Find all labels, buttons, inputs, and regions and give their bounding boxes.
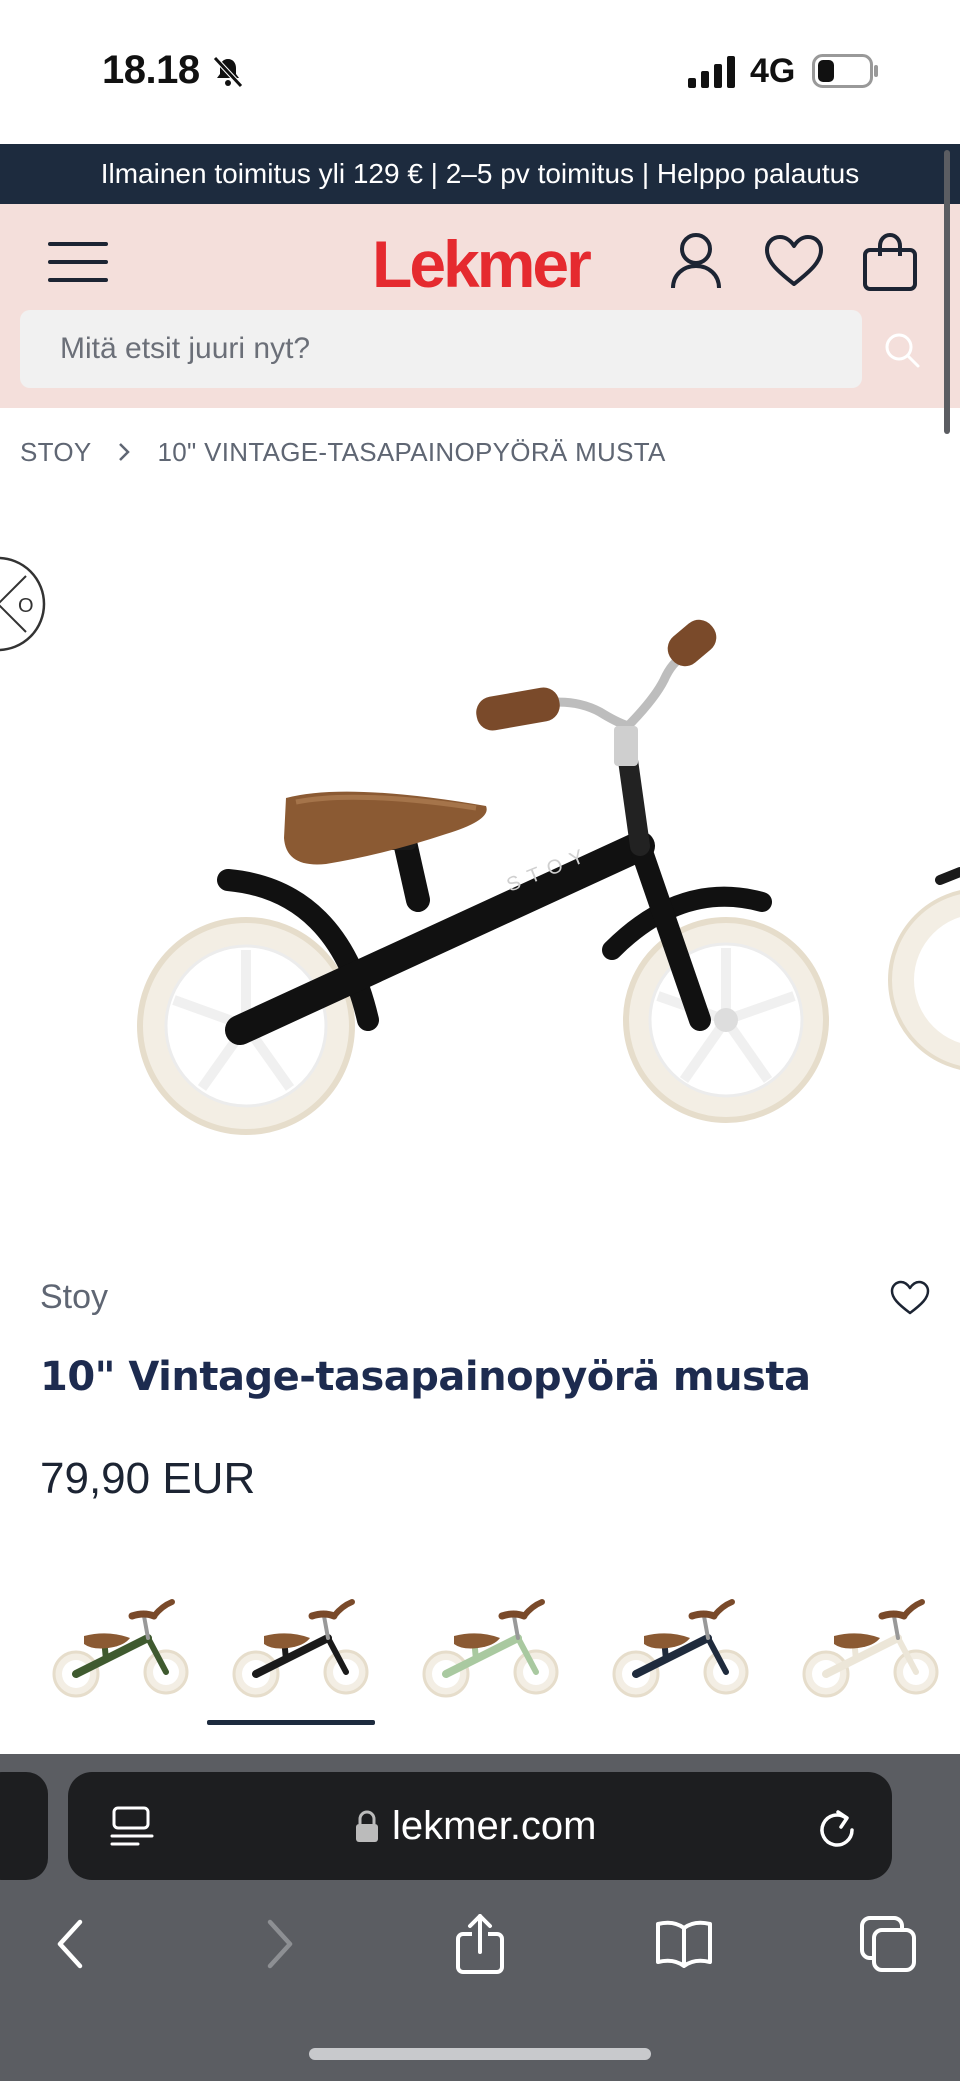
forward-arrow-icon[interactable]	[248, 1914, 308, 1974]
breadcrumb-item-brand[interactable]: STOY	[20, 437, 92, 468]
previous-tab-peek[interactable]	[0, 1772, 48, 1880]
search-icon[interactable]	[882, 330, 922, 370]
search-input[interactable]: Mitä etsit juuri nyt?	[20, 310, 862, 388]
selected-variant-indicator	[207, 1720, 375, 1725]
product-image-carousel[interactable]: O STOY	[0, 520, 960, 1220]
home-indicator[interactable]	[309, 2048, 651, 2060]
svg-text:O: O	[18, 595, 34, 617]
wishlist-heart-icon[interactable]	[764, 234, 824, 288]
variant-thumbnail-navy[interactable]	[596, 1570, 766, 1710]
page-scrollbar[interactable]	[944, 150, 950, 434]
variant-thumbnail-mint[interactable]	[406, 1570, 576, 1710]
breadcrumb: STOY 10" VINTAGE-TASAPAINOPYÖRÄ MUSTA	[20, 432, 666, 472]
balance-bike-image: STOY	[137, 619, 829, 1135]
breadcrumb-item-current: 10" VINTAGE-TASAPAINOPYÖRÄ MUSTA	[157, 436, 666, 467]
variant-thumbnail-green[interactable]	[36, 1570, 206, 1710]
share-icon[interactable]	[450, 1914, 510, 1974]
brand-badge: O	[0, 556, 46, 652]
account-icon[interactable]	[670, 232, 722, 290]
site-header: Lekmer Mitä etsit juuri nyt?	[0, 204, 960, 408]
chevron-right-icon	[118, 443, 130, 461]
next-product-image-peek	[888, 867, 960, 1070]
variant-thumbnail-black[interactable]	[216, 1570, 386, 1710]
variant-thumbnail-cream[interactable]	[786, 1570, 956, 1710]
tabs-icon[interactable]	[858, 1914, 918, 1974]
bell-off-icon	[213, 56, 243, 88]
back-arrow-icon[interactable]	[42, 1914, 102, 1974]
cellular-signal-icon	[688, 56, 735, 88]
address-bar[interactable]: lekmer.com	[68, 1772, 892, 1880]
product-title: 10" Vintage-tasapainopyörä musta	[40, 1354, 811, 1400]
battery-icon	[812, 54, 878, 88]
lekmer-logo[interactable]: Lekmer	[372, 224, 592, 304]
reload-icon[interactable]	[814, 1806, 860, 1852]
browser-toolbar: lekmer.com	[0, 1754, 960, 2081]
status-time: 18.18	[102, 48, 200, 92]
status-bar: 18.18 4G	[0, 0, 960, 144]
page-menu-icon[interactable]	[108, 1806, 156, 1850]
lock-icon	[356, 1810, 378, 1842]
add-to-wishlist-heart-icon[interactable]	[890, 1280, 930, 1316]
url-text[interactable]: lekmer.com	[392, 1800, 597, 1852]
hamburger-menu-icon[interactable]	[48, 240, 108, 284]
variant-selector	[0, 1570, 960, 1730]
product-price: 79,90 EUR	[40, 1454, 256, 1503]
bookmarks-book-icon[interactable]	[654, 1914, 714, 1974]
shopping-bag-icon[interactable]	[862, 232, 918, 292]
product-brand[interactable]: Stoy	[40, 1278, 108, 1317]
promo-banner: Ilmainen toimitus yli 129 € | 2–5 pv toi…	[0, 144, 960, 204]
network-type: 4G	[750, 52, 796, 90]
